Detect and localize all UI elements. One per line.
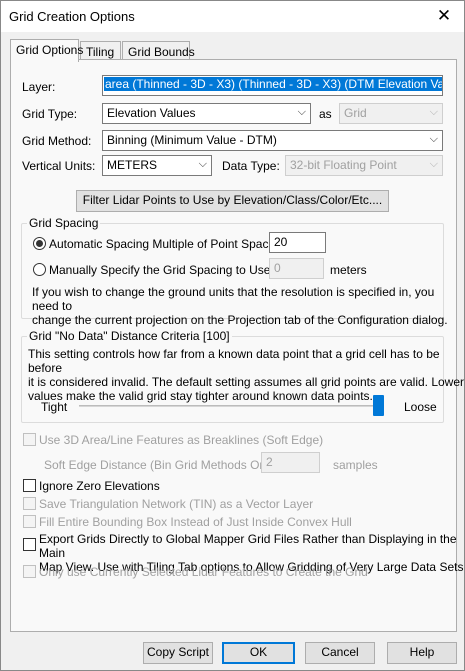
tab-label: Grid Options <box>16 43 84 57</box>
data-type-label: Data Type: <box>222 159 280 173</box>
auto-spacing-label[interactable]: Automatic Spacing Multiple of Point Spac… <box>49 237 288 251</box>
as-label: as <box>319 107 332 121</box>
grid-creation-options-dialog: Grid Creation Options ✕ Grid Options Til… <box>0 0 465 671</box>
copy-script-button[interactable]: Copy Script <box>143 642 213 664</box>
auto-spacing-radio[interactable] <box>33 237 46 250</box>
chevron-down-icon: ⌵ <box>297 106 306 118</box>
cancel-button[interactable]: Cancel <box>305 642 375 664</box>
vertical-units-value: METERS <box>107 158 158 172</box>
grid-method-label: Grid Method: <box>22 134 92 148</box>
help-button[interactable]: Help <box>387 642 457 664</box>
ok-button[interactable]: OK <box>222 642 295 664</box>
loose-label: Loose <box>404 400 437 414</box>
layer-field[interactable]: area (Thinned - 3D - X3) (Thinned - 3D -… <box>102 75 443 96</box>
tight-label: Tight <box>41 400 68 414</box>
vertical-units-label: Vertical Units: <box>22 159 96 173</box>
chevron-down-icon: ⌵ <box>429 133 438 145</box>
window-title: Grid Creation Options <box>9 9 135 24</box>
tab-label: Tiling <box>86 45 115 59</box>
layer-label: Layer: <box>22 80 56 94</box>
no-data-description: This setting controls how far from a kno… <box>28 347 464 403</box>
no-data-slider-thumb[interactable] <box>373 395 384 416</box>
tab-label: Grid Bounds <box>128 45 195 59</box>
data-type-select: 32-bit Floating Point ⌵ <box>285 155 443 176</box>
soft-edge-label: Soft Edge Distance (Bin Grid Methods Onl… <box>44 458 283 472</box>
tab-grid-options[interactable]: Grid Options <box>10 39 83 62</box>
fill-bbox-label: Fill Entire Bounding Box Instead of Just… <box>39 515 352 529</box>
selected-lidar-checkbox <box>23 565 36 578</box>
ignore-zero-label[interactable]: Ignore Zero Elevations <box>39 479 160 493</box>
soft-edge-units: samples <box>333 458 378 472</box>
auto-spacing-value: 20 <box>274 235 288 249</box>
grid-spacing-title: Grid Spacing <box>27 216 101 230</box>
manual-spacing-value: 0 <box>274 261 281 275</box>
soft-edge-input: 2 <box>261 452 320 473</box>
no-data-description-line: it is considered invalid. The default se… <box>28 375 465 389</box>
tab-tiling[interactable]: Tiling <box>80 41 121 61</box>
grid-method-select[interactable]: Binning (Minimum Value - DTM) ⌵ <box>102 130 443 151</box>
grid-type-label: Grid Type: <box>22 107 78 121</box>
manual-spacing-input: 0 <box>269 258 324 279</box>
chevron-down-icon: ⌵ <box>429 158 438 170</box>
vertical-units-select[interactable]: METERS ⌵ <box>102 155 212 176</box>
selected-lidar-label: Only use Currently Selected Lidar Featur… <box>39 565 368 579</box>
grid-method-value: Binning (Minimum Value - DTM) <box>107 133 277 147</box>
filter-lidar-points-button[interactable]: Filter Lidar Points to Use by Elevation/… <box>76 190 389 212</box>
export-grids-checkbox[interactable] <box>23 538 36 551</box>
manual-spacing-radio[interactable] <box>33 263 46 276</box>
chevron-down-icon: ⌵ <box>429 106 438 118</box>
spacing-note: If you wish to change the ground units t… <box>32 285 464 327</box>
manual-spacing-units: meters <box>330 263 367 277</box>
soft-edge-value: 2 <box>266 455 273 469</box>
tab-grid-bounds[interactable]: Grid Bounds <box>122 41 195 61</box>
save-tin-checkbox <box>23 497 36 510</box>
no-data-slider-track[interactable] <box>79 405 384 407</box>
grid-format-select: Grid ⌵ <box>339 103 443 124</box>
chevron-down-icon: ⌵ <box>198 158 207 170</box>
no-data-description-line: This setting controls how far from a kno… <box>28 347 440 375</box>
grid-type-select[interactable]: Elevation Values ⌵ <box>102 103 311 124</box>
data-type-value: 32-bit Floating Point <box>290 158 397 172</box>
title-bar: Grid Creation Options ✕ <box>1 1 464 32</box>
manual-spacing-label[interactable]: Manually Specify the Grid Spacing to Use… <box>49 263 274 277</box>
spacing-note-line: If you wish to change the ground units t… <box>32 285 435 313</box>
breaklines-label: Use 3D Area/Line Features as Breaklines … <box>39 433 324 447</box>
breaklines-checkbox <box>23 433 36 446</box>
layer-value: area (Thinned - 3D - X3) (Thinned - 3D -… <box>104 77 442 91</box>
grid-type-value: Elevation Values <box>107 106 196 120</box>
no-data-title: Grid "No Data" Distance Criteria [100] <box>27 329 232 343</box>
spacing-note-line: change the current projection on the Pro… <box>32 313 448 327</box>
no-data-description-line: values make the valid grid stay tighter … <box>28 389 373 403</box>
close-icon[interactable]: ✕ <box>434 6 454 26</box>
export-grids-label-line: Export Grids Directly to Global Mapper G… <box>39 532 457 560</box>
grid-format-value: Grid <box>344 106 367 120</box>
auto-spacing-input[interactable]: 20 <box>269 232 326 253</box>
save-tin-label: Save Triangulation Network (TIN) as a Ve… <box>39 497 314 511</box>
fill-bbox-checkbox <box>23 515 36 528</box>
ignore-zero-checkbox[interactable] <box>23 479 36 492</box>
